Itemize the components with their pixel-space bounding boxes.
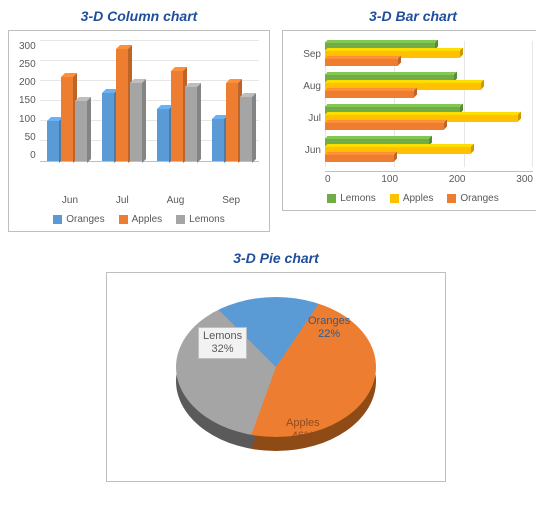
xtick: 300 bbox=[516, 174, 533, 185]
xlabel: Aug bbox=[167, 195, 185, 206]
bar-row-sep: Sep bbox=[293, 41, 533, 67]
column-plot bbox=[40, 41, 259, 162]
legend-item-apples: Apples bbox=[390, 193, 434, 204]
column-x-labels: Jun Jul Aug Sep bbox=[43, 195, 259, 206]
column-chart-title: 3-D Column chart bbox=[8, 8, 270, 24]
hbar-oranges bbox=[325, 123, 444, 130]
bar-track bbox=[325, 41, 533, 67]
column-group-sep bbox=[212, 83, 252, 161]
column-legend: Oranges Apples Lemons bbox=[19, 214, 259, 225]
bar-row-aug: Aug bbox=[293, 73, 533, 99]
legend-item-apples: Apples bbox=[119, 214, 163, 225]
swatch-icon bbox=[119, 215, 128, 224]
ytick: 250 bbox=[19, 59, 36, 70]
column-y-axis: 300 250 200 150 100 50 0 bbox=[19, 41, 40, 161]
bar-chart-box: Sep Aug bbox=[282, 30, 536, 211]
legend-item-oranges: Oranges bbox=[53, 214, 104, 225]
legend-label: Lemons bbox=[189, 214, 225, 225]
bar-chart-title: 3-D Bar chart bbox=[282, 8, 536, 24]
pie-plot: Lemons 32% Oranges 22% Apples 46% bbox=[146, 287, 406, 467]
column-group-jul bbox=[102, 49, 142, 161]
ytick: 200 bbox=[19, 77, 36, 88]
swatch-icon bbox=[390, 194, 399, 203]
ytick: 0 bbox=[19, 150, 36, 161]
bar-x-axis: 0 100 200 300 bbox=[325, 171, 533, 185]
column-group-jun bbox=[47, 77, 87, 161]
swatch-icon bbox=[327, 194, 336, 203]
bar-lemons bbox=[185, 87, 197, 161]
pie-label-oranges: Oranges 22% bbox=[308, 315, 350, 341]
legend-item-oranges: Oranges bbox=[447, 193, 498, 204]
column-chart-block: 3-D Column chart 300 250 200 150 100 50 … bbox=[8, 8, 270, 232]
bar-ylabel: Jun bbox=[293, 145, 325, 156]
bar-apples bbox=[171, 71, 183, 161]
gridline bbox=[40, 40, 259, 41]
bar-oranges bbox=[212, 119, 224, 161]
column-plot-area: 300 250 200 150 100 50 0 bbox=[19, 41, 259, 191]
xlabel: Sep bbox=[222, 195, 240, 206]
ytick: 150 bbox=[19, 95, 36, 106]
pie-label-name: Apples bbox=[286, 417, 320, 429]
bar-track bbox=[325, 105, 533, 131]
swatch-icon bbox=[447, 194, 456, 203]
pie-label-lemons: Lemons 32% bbox=[198, 327, 247, 359]
xlabel: Jul bbox=[116, 195, 129, 206]
pie-chart-block: 3-D Pie chart Lemons 32% Oranges 22% App… bbox=[106, 250, 446, 482]
bar-plot-area: Sep Aug bbox=[293, 41, 533, 185]
bar-row-jun: Jun bbox=[293, 137, 533, 163]
bar-legend: Lemons Apples Oranges bbox=[293, 193, 533, 204]
bar-oranges bbox=[157, 109, 169, 161]
bar-lemons bbox=[240, 97, 252, 161]
swatch-icon bbox=[176, 215, 185, 224]
ytick: 300 bbox=[19, 41, 36, 52]
bar-oranges bbox=[102, 93, 114, 161]
legend-label: Lemons bbox=[340, 193, 376, 204]
top-row: 3-D Column chart 300 250 200 150 100 50 … bbox=[8, 8, 536, 232]
ytick: 100 bbox=[19, 114, 36, 125]
bar-ylabel: Sep bbox=[293, 49, 325, 60]
bar-ylabel: Aug bbox=[293, 81, 325, 92]
hbar-oranges bbox=[325, 59, 398, 66]
bar-rows: Sep Aug bbox=[293, 41, 533, 167]
legend-label: Oranges bbox=[460, 193, 498, 204]
pie-chart-box: Lemons 32% Oranges 22% Apples 46% bbox=[106, 272, 446, 482]
pie-label-pct: 46% bbox=[292, 430, 314, 442]
bar-apples bbox=[116, 49, 128, 161]
pie-label-name: Lemons bbox=[203, 330, 242, 342]
gridline bbox=[40, 60, 259, 61]
pie-label-name: Oranges bbox=[308, 315, 350, 327]
legend-label: Oranges bbox=[66, 214, 104, 225]
hbar-oranges bbox=[325, 91, 414, 98]
legend-item-lemons: Lemons bbox=[176, 214, 225, 225]
bar-lemons bbox=[130, 83, 142, 161]
ytick: 50 bbox=[19, 132, 36, 143]
xtick: 0 bbox=[325, 174, 331, 185]
pie-label-apples: Apples 46% bbox=[286, 417, 320, 443]
xtick: 200 bbox=[449, 174, 466, 185]
bar-apples bbox=[226, 83, 238, 161]
bar-apples bbox=[61, 77, 73, 161]
pie-chart-title: 3-D Pie chart bbox=[106, 250, 446, 266]
bar-track bbox=[325, 137, 533, 163]
bar-track bbox=[325, 73, 533, 99]
bar-chart-block: 3-D Bar chart Sep bbox=[282, 8, 536, 232]
xlabel: Jun bbox=[62, 195, 78, 206]
legend-label: Apples bbox=[132, 214, 163, 225]
column-chart-box: 300 250 200 150 100 50 0 bbox=[8, 30, 270, 232]
pie-label-pct: 32% bbox=[212, 343, 234, 355]
xtick: 100 bbox=[381, 174, 398, 185]
pie-label-pct: 22% bbox=[318, 328, 340, 340]
legend-label: Apples bbox=[403, 193, 434, 204]
bar-row-jul: Jul bbox=[293, 105, 533, 131]
bar-oranges bbox=[47, 121, 59, 161]
swatch-icon bbox=[53, 215, 62, 224]
bar-lemons bbox=[75, 101, 87, 161]
hbar-oranges bbox=[325, 155, 394, 162]
column-group-aug bbox=[157, 71, 197, 161]
legend-item-lemons: Lemons bbox=[327, 193, 376, 204]
bar-ylabel: Jul bbox=[293, 113, 325, 124]
